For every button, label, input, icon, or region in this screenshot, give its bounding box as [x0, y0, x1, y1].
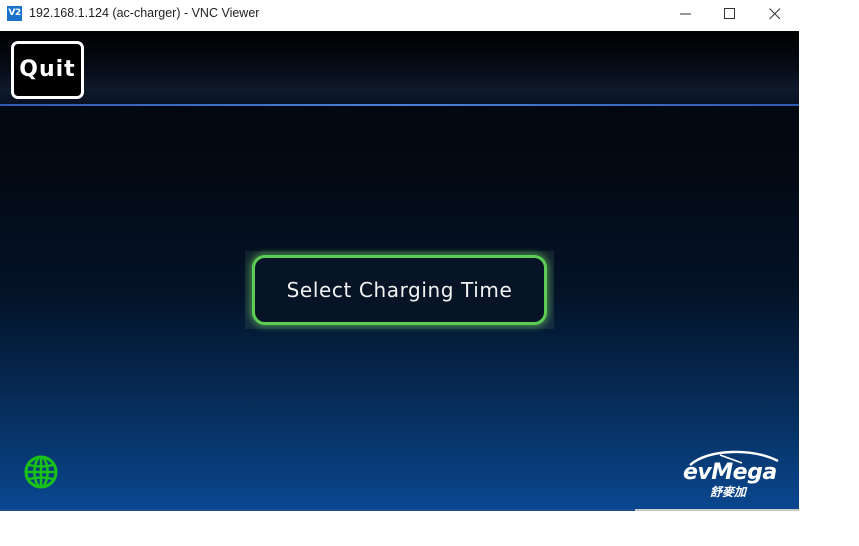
select-charging-time-button[interactable]: Select Charging Time [252, 255, 547, 325]
screen-bottom-edge [0, 509, 635, 511]
window-title: 192.168.1.124 (ac-charger) - VNC Viewer [29, 6, 260, 20]
remote-screen[interactable]: Quit Select Charging Time evMega 舒麥加 [0, 31, 799, 510]
title-bar[interactable]: V2 192.168.1.124 (ac-charger) - VNC View… [0, 0, 859, 29]
logo-sub-text: 舒麥加 [710, 485, 747, 499]
screen-bottom-edge-gray [635, 509, 799, 511]
vnc-viewer-window: V2 192.168.1.124 (ac-charger) - VNC View… [0, 0, 859, 546]
header-divider [0, 104, 799, 106]
close-icon [769, 8, 781, 20]
close-button[interactable] [752, 0, 798, 29]
quit-button[interactable]: Quit [11, 41, 84, 99]
maximize-button[interactable] [707, 0, 753, 29]
minimize-button[interactable] [663, 0, 709, 29]
vnc-app-icon: V2 [7, 6, 22, 21]
globe-icon [24, 455, 58, 489]
logo-brand-text: evMega [683, 460, 777, 485]
minimize-icon [680, 13, 691, 15]
language-button[interactable] [24, 455, 58, 489]
maximize-icon [724, 8, 735, 19]
header-band [0, 31, 799, 105]
evmega-logo: evMega 舒麥加 [680, 449, 788, 499]
